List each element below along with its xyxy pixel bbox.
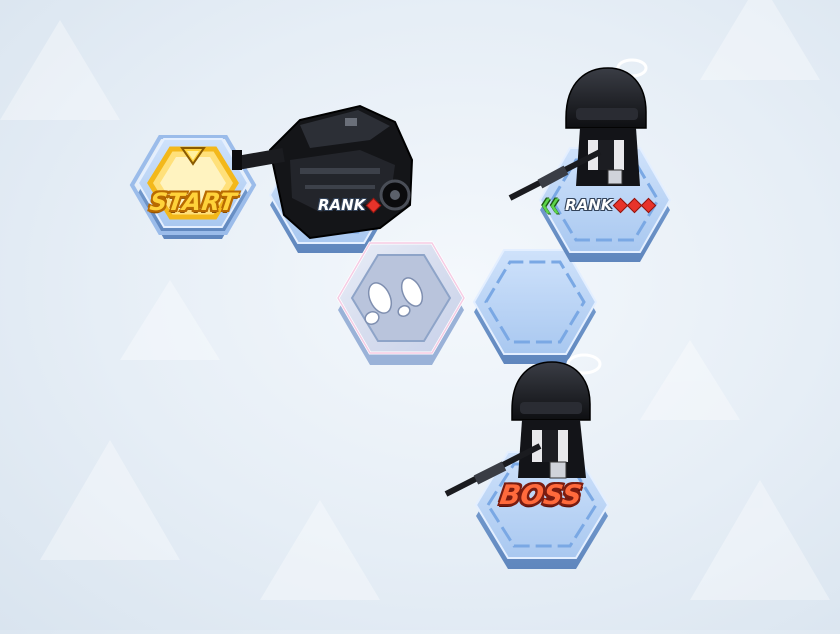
hex-tile-empty[interactable] [472,249,598,364]
map-canvas [0,0,830,600]
enemy-soldier-elite[interactable] [508,58,648,201]
game-map: START RANK ❮❮ RANK BOSS [0,0,840,630]
move-target-tile[interactable] [336,241,466,365]
rank-tag-elite: ❮❮ RANK [540,196,657,214]
rank-label: RANK [565,196,613,214]
rank-diamond-icon [641,197,657,213]
start-label: START [148,188,239,216]
rank-tag-vehicle: RANK [318,196,382,214]
rank-diamond-icon [366,197,382,213]
armored-vehicle-unit[interactable] [232,104,414,240]
rank-label: RANK [318,196,366,214]
boss-soldier-unit[interactable] [444,353,602,497]
elite-chevron-icon: ❮❮ [540,196,561,214]
boss-label: BOSS [497,480,584,511]
